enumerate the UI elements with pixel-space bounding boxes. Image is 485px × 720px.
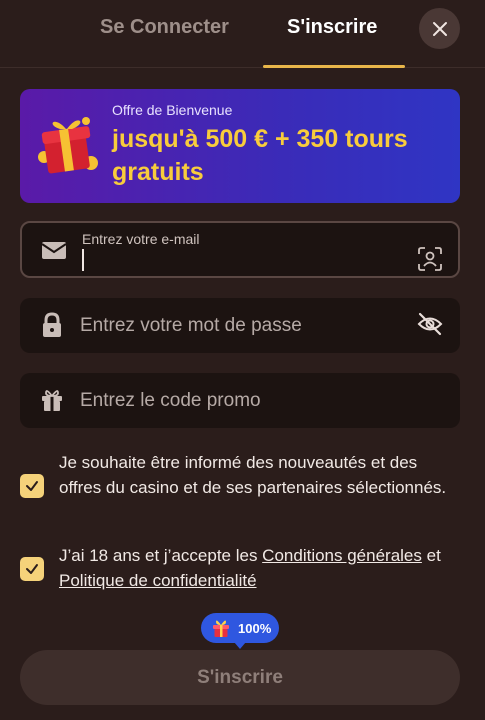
password-field[interactable] xyxy=(20,298,460,353)
checkmark-icon xyxy=(26,564,38,574)
email-label: Entrez votre e-mail xyxy=(82,231,200,247)
offer-headline: jusqu'à 500 € + 350 tours gratuits xyxy=(112,125,408,186)
promo-code-input[interactable] xyxy=(80,387,400,415)
gift-icon xyxy=(38,117,98,174)
terms-checkbox[interactable] xyxy=(20,557,44,581)
checkmark-icon xyxy=(26,481,38,491)
progress-badge: 100% xyxy=(201,613,279,649)
welcome-offer-banner[interactable]: Offre de Bienvenue jusqu'à 500 € + 350 t… xyxy=(20,89,460,203)
close-icon xyxy=(432,21,447,36)
tab-login[interactable]: Se Connecter xyxy=(100,16,229,66)
offer-label: Offre de Bienvenue xyxy=(112,102,233,118)
terms-link[interactable]: Conditions générales xyxy=(262,546,422,565)
auth-tabs: Se Connecter S'inscrire xyxy=(0,0,485,68)
terms-consent-text: J’ai 18 ans et j’accepte les Conditions … xyxy=(59,543,460,593)
face-scan-icon[interactable] xyxy=(416,245,444,273)
tab-register[interactable]: S'inscrire xyxy=(287,16,377,66)
active-tab-indicator xyxy=(263,65,405,68)
gift-icon xyxy=(42,390,62,411)
email-field[interactable]: Entrez votre e-mail xyxy=(20,221,460,278)
password-input[interactable] xyxy=(80,312,400,340)
terms-prefix: J’ai 18 ans et j’accepte les xyxy=(59,546,263,565)
eye-off-icon[interactable] xyxy=(416,310,444,338)
close-button[interactable] xyxy=(419,8,460,49)
email-input[interactable] xyxy=(82,249,402,271)
newsletter-consent-text: Je souhaite être informé des nouveautés … xyxy=(59,453,447,497)
terms-conjunction: et xyxy=(421,546,441,565)
progress-value: 100% xyxy=(238,620,272,636)
envelope-icon xyxy=(41,242,67,259)
promo-code-field[interactable] xyxy=(20,373,460,428)
gift-icon xyxy=(213,620,229,637)
privacy-link[interactable]: Politique de confidentialité xyxy=(59,571,257,590)
lock-icon xyxy=(43,312,61,337)
register-submit-button[interactable]: S'inscrire xyxy=(20,650,460,705)
newsletter-checkbox[interactable] xyxy=(20,474,44,498)
